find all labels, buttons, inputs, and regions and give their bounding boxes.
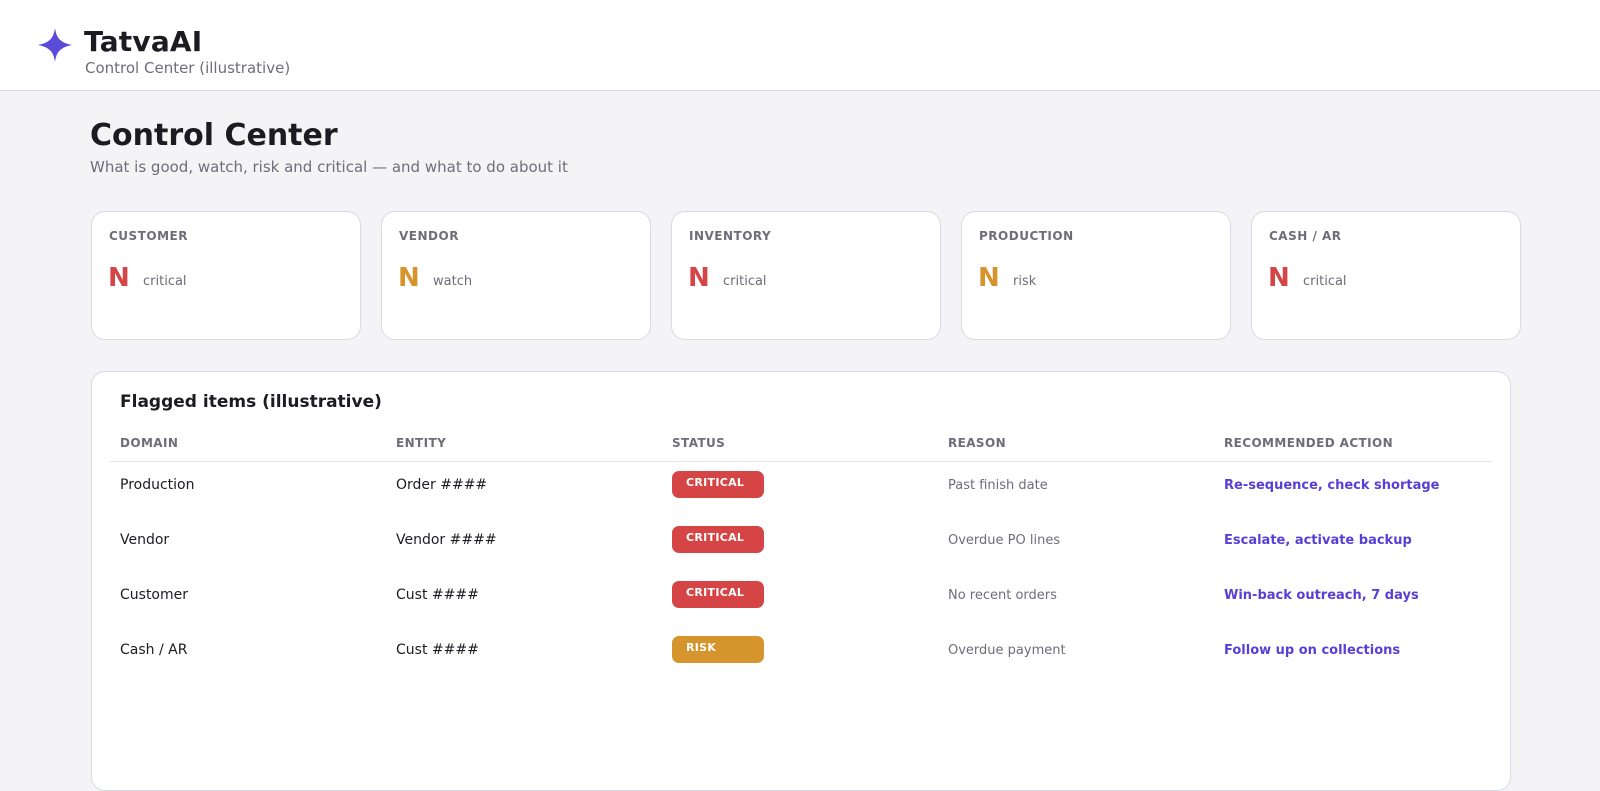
card-label: VENDOR <box>399 229 459 243</box>
recommended-action-link[interactable]: Escalate, activate backup <box>1224 533 1412 548</box>
column-header-domain[interactable]: DOMAIN <box>120 436 178 450</box>
card-status: critical <box>1303 274 1347 289</box>
card-inventory[interactable]: INVENTORY N critical <box>671 211 941 340</box>
column-header-reason[interactable]: REASON <box>948 436 1006 450</box>
card-label: PRODUCTION <box>979 229 1074 243</box>
card-label: CUSTOMER <box>109 229 188 243</box>
entity-cell: Vendor #### <box>396 532 497 548</box>
column-header-entity[interactable]: ENTITY <box>396 436 446 450</box>
table-row[interactable]: Vendor Vendor #### CRITICAL Overdue PO l… <box>92 526 1512 583</box>
brand-subtitle: Control Center (illustrative) <box>85 59 291 77</box>
status-badge: CRITICAL <box>672 581 764 608</box>
table-row[interactable]: Production Order #### CRITICAL Past fini… <box>92 471 1512 528</box>
header-divider <box>110 461 1492 462</box>
card-status: watch <box>433 274 473 289</box>
card-status: critical <box>723 274 767 289</box>
card-value: N <box>1268 263 1290 293</box>
recommended-action-link[interactable]: Win-back outreach, 7 days <box>1224 588 1419 603</box>
table-row[interactable]: Cash / AR Cust #### RISK Overdue payment… <box>92 636 1512 693</box>
table-row[interactable]: Customer Cust #### CRITICAL No recent or… <box>92 581 1512 638</box>
domain-cell: Production <box>120 477 195 493</box>
column-header-status[interactable]: STATUS <box>672 436 725 450</box>
status-badge: CRITICAL <box>672 526 764 553</box>
card-value: N <box>108 263 130 293</box>
column-header-action[interactable]: RECOMMENDED ACTION <box>1224 436 1393 450</box>
flagged-items-panel: Flagged items (illustrative) DOMAIN ENTI… <box>91 371 1511 791</box>
entity-cell: Cust #### <box>396 642 479 658</box>
card-label: CASH / AR <box>1269 229 1342 243</box>
card-value: N <box>398 263 420 293</box>
page-subtitle: What is good, watch, risk and critical —… <box>90 158 568 176</box>
card-status: risk <box>1013 274 1037 289</box>
status-badge: CRITICAL <box>672 471 764 498</box>
top-bar: TatvaAI Control Center (illustrative) <box>0 0 1600 91</box>
brand-name[interactable]: TatvaAI <box>84 25 202 58</box>
domain-cell: Customer <box>120 587 189 603</box>
entity-cell: Order #### <box>396 477 488 493</box>
card-cash-ar[interactable]: CASH / AR N critical <box>1251 211 1521 340</box>
panel-title: Flagged items (illustrative) <box>120 392 382 412</box>
card-value: N <box>978 263 1000 293</box>
reason-cell: Overdue PO lines <box>948 533 1061 548</box>
reason-cell: Overdue payment <box>948 643 1066 658</box>
card-vendor[interactable]: VENDOR N watch <box>381 211 651 340</box>
card-value: N <box>688 263 710 293</box>
domain-cell: Vendor <box>120 532 170 548</box>
card-label: INVENTORY <box>689 229 772 243</box>
status-badge: RISK <box>672 636 764 663</box>
domain-cell: Cash / AR <box>120 642 188 658</box>
reason-cell: Past finish date <box>948 478 1048 493</box>
card-customer[interactable]: CUSTOMER N critical <box>91 211 361 340</box>
recommended-action-link[interactable]: Follow up on collections <box>1224 643 1400 658</box>
page-title: Control Center <box>90 118 338 153</box>
card-production[interactable]: PRODUCTION N risk <box>961 211 1231 340</box>
card-status: critical <box>143 274 187 289</box>
entity-cell: Cust #### <box>396 587 479 603</box>
reason-cell: No recent orders <box>948 588 1057 603</box>
recommended-action-link[interactable]: Re-sequence, check shortage <box>1224 478 1440 493</box>
sparkle-star-icon[interactable] <box>38 28 72 62</box>
